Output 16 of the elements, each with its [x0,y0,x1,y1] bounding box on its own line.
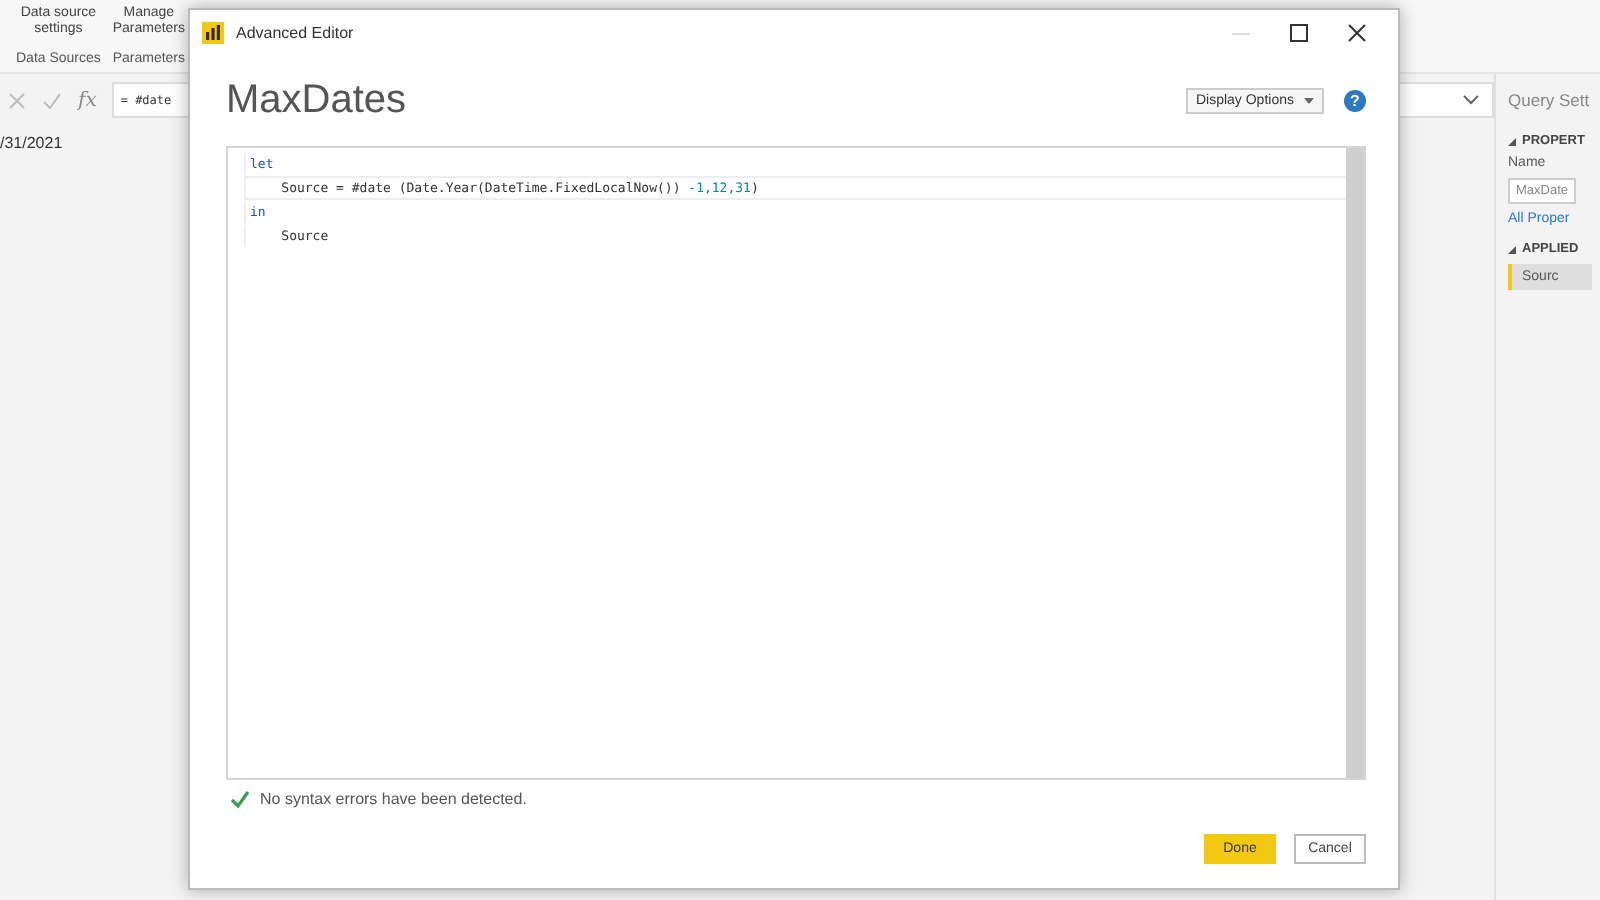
panel-title: Query Sett [1508,90,1590,110]
maximize-icon[interactable] [1290,23,1308,41]
window-title: Advanced Editor [236,23,354,41]
date-cell: /31/2021 [0,134,63,152]
scrollbar[interactable] [1346,148,1364,778]
query-name-heading: MaxDates [226,77,407,123]
help-icon[interactable]: ? [1344,89,1366,111]
collapse-triangle-icon[interactable] [1508,137,1516,145]
collapse-triangle-icon[interactable] [1508,245,1516,253]
check-icon [230,789,250,807]
caret-icon [1304,97,1314,103]
check-icon[interactable] [42,91,62,109]
chevron-down-icon[interactable] [1462,94,1480,106]
close-icon[interactable] [1348,23,1366,41]
app-logo-icon [202,21,224,43]
syntax-status-text: No syntax errors have been detected. [260,789,527,807]
